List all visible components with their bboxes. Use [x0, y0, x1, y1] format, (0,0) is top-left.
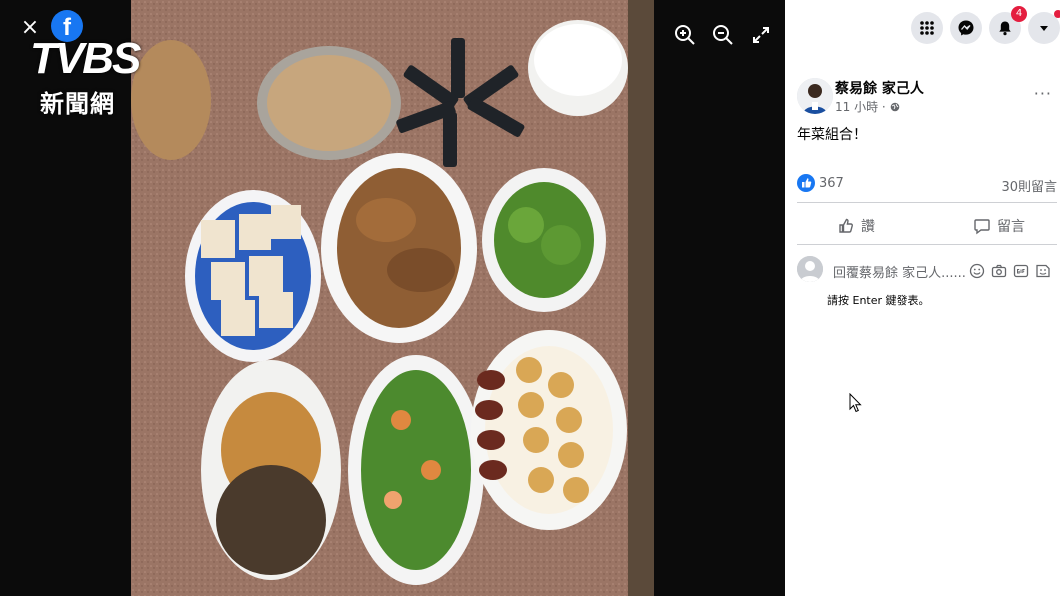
camera-icon[interactable] [991, 263, 1007, 279]
watermark-logo: TVBS [30, 34, 141, 83]
like-button[interactable]: 讚 [837, 212, 875, 240]
top-bar: 4 [785, 0, 1060, 56]
mouse-cursor-icon [849, 393, 862, 413]
account-caret-icon[interactable] [1028, 10, 1060, 44]
emoji-icon[interactable] [969, 263, 985, 279]
messenger-icon[interactable] [950, 12, 982, 44]
screen: × f TVBS 新聞網 4 蔡易餘 家己人 11 小時 · ··· 年菜組合！… [0, 0, 1060, 596]
comment-input[interactable]: 回覆蔡易餘 家己人...... [833, 262, 966, 281]
menu-grid-icon[interactable] [911, 12, 943, 44]
like-count[interactable]: 367 [819, 176, 844, 191]
comment-icon [974, 219, 990, 235]
photo-viewer: × f TVBS 新聞網 [0, 0, 785, 596]
reactions-bar: 367 30則留言 [797, 174, 1057, 195]
viewer-avatar[interactable] [797, 256, 823, 282]
post-meta: 11 小時 · [835, 98, 900, 115]
zoom-in-icon[interactable] [674, 24, 696, 46]
post-time[interactable]: 11 小時 [835, 100, 878, 114]
comment-button[interactable]: 留言 [973, 212, 1025, 240]
thumbs-up-icon [839, 218, 853, 233]
comment-button-label: 留言 [997, 219, 1025, 235]
comment-composer: 回覆蔡易餘 家己人...... [797, 256, 1057, 290]
background-table-edge [628, 0, 654, 596]
post-text: 年菜組合！ [797, 127, 867, 143]
separator-dot: · [881, 100, 890, 114]
like-reaction-icon[interactable] [797, 174, 815, 192]
post-actions: 讚 留言 [797, 208, 1057, 242]
post-panel: 4 蔡易餘 家己人 11 小時 · ··· 年菜組合！ 367 30則留言 讚 … [785, 0, 1060, 596]
tvbs-watermark: TVBS 新聞網 [30, 34, 220, 118]
zoom-out-icon[interactable] [712, 24, 734, 46]
divider [797, 244, 1057, 245]
post-header: 蔡易餘 家己人 11 小時 · ··· [797, 76, 1052, 116]
notifications-badge: 4 [1011, 6, 1027, 22]
account-alert-dot [1054, 10, 1060, 18]
comment-count[interactable]: 30則留言 [1001, 176, 1057, 195]
author-name[interactable]: 蔡易餘 家己人 [835, 78, 924, 98]
globe-icon [890, 102, 899, 112]
gif-icon[interactable] [1013, 263, 1029, 279]
like-button-label: 讚 [861, 219, 875, 235]
divider [797, 202, 1057, 203]
more-options-button[interactable]: ··· [1034, 84, 1052, 103]
sticker-icon[interactable] [1035, 263, 1051, 279]
enter-hint: 請按 Enter 鍵發表。 [827, 294, 930, 307]
fullscreen-icon[interactable] [750, 24, 772, 46]
author-avatar[interactable] [797, 78, 833, 114]
watermark-subtitle: 新聞網 [40, 90, 115, 118]
notifications-icon[interactable]: 4 [989, 6, 1027, 44]
